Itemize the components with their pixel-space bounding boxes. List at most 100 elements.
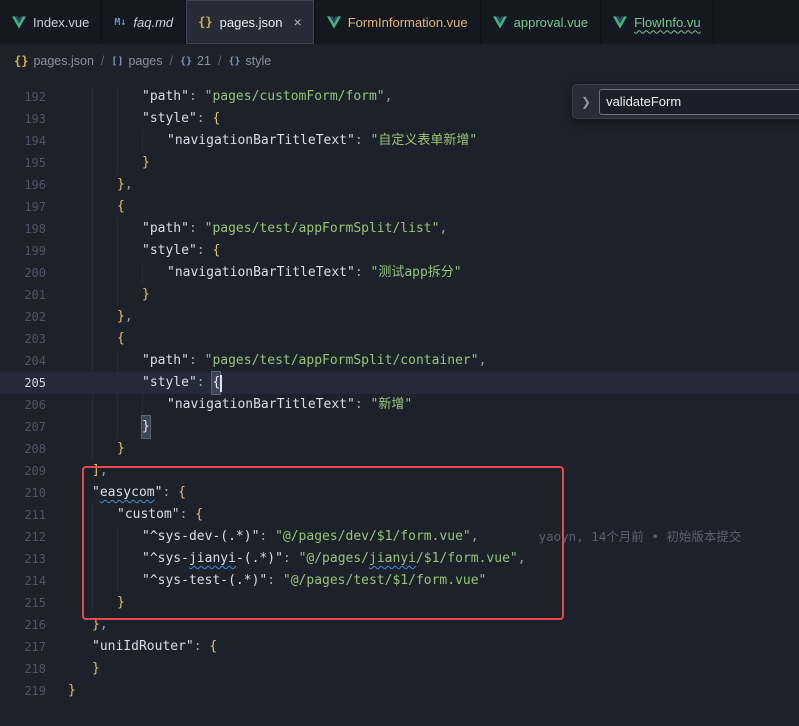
code-token: : [189,350,205,372]
code-line[interactable]: 213"^sys-jianyi-(.*)": "@/pages/jianyi/$… [0,548,799,570]
code-line[interactable]: 203{ [0,328,799,350]
code-line[interactable]: 204"path": "pages/test/appFormSplit/cont… [0,350,799,372]
indent-guide [92,328,117,350]
indent-guide [68,614,92,636]
line-number: 213 [0,548,46,570]
indent-guide [68,86,92,108]
tab-FlowInfo.vu[interactable]: FlowInfo.vu [601,0,713,44]
code-token: , [100,614,108,636]
code-token: "pages/customForm/form" [205,86,385,108]
code-content: "navigationBarTitleText": "测试app拆分" [68,262,462,284]
line-number: 197 [0,196,46,218]
close-icon[interactable]: × [294,15,302,29]
editor[interactable]: 192"path": "pages/customForm/form",193"s… [0,78,799,702]
code-line[interactable]: 201} [0,284,799,306]
code-content: } [68,416,150,438]
indent-guide [68,570,92,592]
code-line[interactable]: 215} [0,592,799,614]
indent-guide [92,372,117,394]
code-token: { [178,482,186,504]
code-line[interactable]: 208} [0,438,799,460]
indent-guide [92,130,117,152]
line-number: 193 [0,108,46,130]
code-token: } [117,174,125,196]
indent-guide [68,482,92,504]
code-token: { [212,372,220,394]
chevron-right-icon[interactable]: ❯ [581,95,591,109]
code-line[interactable]: 214"^sys-test-(.*)": "@/pages/test/$1/fo… [0,570,799,592]
breadcrumb-item-pages[interactable]: []pages [111,54,162,68]
code-line[interactable]: 216}, [0,614,799,636]
breadcrumb-separator: / [218,54,221,68]
code-line[interactable]: 200 "navigationBarTitleText": "测试app拆分" [0,262,799,284]
indent-guide [68,372,92,394]
code-line[interactable]: 202}, [0,306,799,328]
code-line[interactable]: 199"style": { [0,240,799,262]
code-token: /$1/form.vue" [416,548,518,570]
code-token: { [209,636,217,658]
indent-guide [117,570,142,592]
find-query[interactable]: validateForm [606,94,793,109]
code-token: "style" [142,372,197,394]
indent-guide [68,658,92,680]
code-line[interactable]: 209], [0,460,799,482]
code-line[interactable]: 196}, [0,174,799,196]
code-token: "style" [142,240,197,262]
code-token: "^sys-dev-(.*)" [142,526,259,548]
tab-label: FlowInfo.vu [634,15,700,30]
code-line[interactable]: 207} [0,416,799,438]
code-content: "path": "pages/test/appFormSplit/list", [68,218,447,240]
indent-guide [117,350,142,372]
find-widget: ❯ validateForm Aa ab .* [572,84,799,119]
code-token: : [197,108,213,130]
code-line[interactable]: 195} [0,152,799,174]
tab-FormInformation.vue[interactable]: FormInformation.vue [315,0,481,44]
code-content: }, [68,306,133,328]
breadcrumb-item-21[interactable]: {}21 [180,54,211,68]
code-line[interactable]: 210"easycom": { [0,482,799,504]
code-line[interactable]: 197{ [0,196,799,218]
vue-icon [493,16,507,29]
code-line[interactable]: 194"navigationBarTitleText": "自定义表单新增" [0,130,799,152]
indent-guide [68,460,92,482]
code-token: } [68,680,76,702]
code-token: , [385,86,393,108]
vue-icon [12,16,26,29]
line-number: 192 [0,86,46,108]
indent-guide [117,108,142,130]
code-content: "path": "pages/test/appFormSplit/contain… [68,350,486,372]
code-line[interactable]: 218} [0,658,799,680]
code-content: } [68,680,76,702]
indent-guide [68,636,92,658]
tab-approval.vue[interactable]: approval.vue [481,0,601,44]
code-token: : [180,504,196,526]
code-line[interactable]: 212"^sys-dev-(.*)": "@/pages/dev/$1/form… [0,526,799,548]
line-number: 216 [0,614,46,636]
text-cursor [220,375,222,392]
tab-label: pages.json [220,15,283,30]
code-line[interactable]: 206"navigationBarTitleText": "新增" [0,394,799,416]
code-line[interactable]: 217"uniIdRouter": { [0,636,799,658]
code-content: "custom": { [68,504,203,526]
breadcrumb-item-pages.json[interactable]: {}pages.json [14,54,94,68]
indent-guide [68,108,92,130]
line-number: 211 [0,504,46,526]
code-line[interactable]: 211 "custom": { [0,504,799,526]
indent-guide [92,306,117,328]
breadcrumb-item-style[interactable]: {}style [228,54,271,68]
indent-guide [92,196,117,218]
tab-faq.md[interactable]: M↓faq.md [102,0,186,44]
code-token: } [117,438,125,460]
find-input[interactable]: validateForm Aa ab .* [599,89,799,115]
line-number: 214 [0,570,46,592]
line-number: 215 [0,592,46,614]
code-line[interactable]: 198"path": "pages/test/appFormSplit/list… [0,218,799,240]
code-token: "^sys- [142,548,189,570]
tab-pages.json[interactable]: {}pages.json× [186,0,315,44]
breadcrumb-label: 21 [197,54,211,68]
line-number: 200 [0,262,46,284]
code-token: , [125,174,133,196]
code-line[interactable]: 205"style": { [0,372,799,394]
code-line[interactable]: 219} [0,680,799,702]
tab-Index.vue[interactable]: Index.vue [0,0,102,44]
